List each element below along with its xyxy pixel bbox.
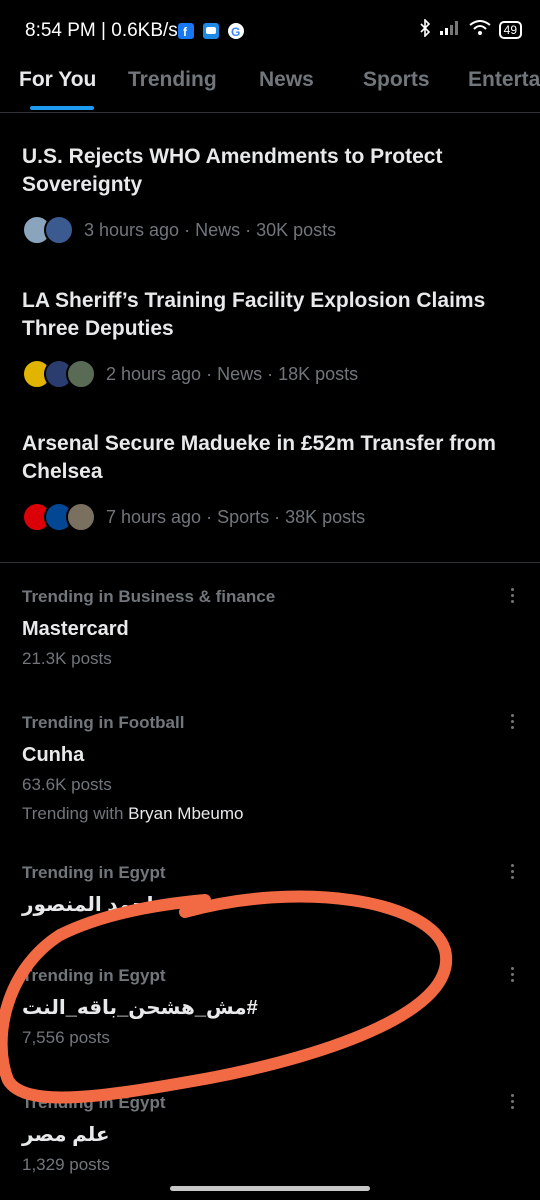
google-icon: G: [228, 23, 244, 39]
signal-icon: [439, 20, 461, 41]
svg-text:f: f: [183, 25, 188, 39]
facebook-icon: f: [178, 23, 194, 39]
avatar: [44, 215, 74, 245]
news-title: Arsenal Secure Madueke in £52m Transfer …: [22, 432, 496, 483]
news-item[interactable]: LA Sheriff’s Training Facility Explosion…: [22, 287, 512, 389]
bluetooth-icon: [419, 17, 431, 42]
trend-context: Trending in Football: [22, 713, 185, 732]
tab-trending[interactable]: Trending: [128, 68, 217, 92]
status-bar: 8:54 PM | 0.6KB/s f G 49: [0, 0, 540, 62]
trend-post-count: 21.3K posts: [22, 649, 112, 668]
trend-context: Trending in Egypt: [22, 1093, 166, 1112]
news-item[interactable]: U.S. Rejects WHO Amendments to Protect S…: [22, 143, 512, 245]
avatar: [66, 359, 96, 389]
tab-for-you[interactable]: For You: [19, 68, 96, 92]
battery-icon: 49: [498, 21, 522, 39]
more-options-icon[interactable]: [502, 711, 522, 735]
tab-news[interactable]: News: [259, 68, 314, 92]
trend-post-count: 7,556 posts: [22, 1028, 110, 1047]
tab-bar: For You Trending News Sports Enterta: [0, 62, 540, 113]
svg-text:G: G: [231, 25, 240, 39]
more-options-icon[interactable]: [502, 585, 522, 609]
messenger-icon: [203, 23, 219, 39]
trend-item[interactable]: Trending in Business & finance Mastercar…: [22, 585, 532, 672]
trending-with: Trending with Bryan Mbeumo: [22, 801, 532, 827]
trend-name: Mastercard: [22, 618, 129, 640]
tab-indicator: [30, 106, 94, 110]
trend-item[interactable]: Trending in Egypt علم مصر 1,329 posts: [22, 1091, 532, 1178]
more-options-icon[interactable]: [502, 861, 522, 885]
news-item[interactable]: Arsenal Secure Madueke in £52m Transfer …: [22, 430, 512, 532]
trend-item[interactable]: Trending in Football Cunha 63.6K posts T…: [22, 711, 532, 827]
news-meta: 2 hours ago · News · 18K posts: [106, 363, 359, 384]
news-meta: 3 hours ago · News · 30K posts: [84, 219, 337, 240]
trend-item[interactable]: Trending in Egypt #مش_هشحن_باقه_النت 7,5…: [22, 964, 532, 1051]
trend-post-count: 1,329 posts: [22, 1155, 110, 1174]
trend-name: #مش_هشحن_باقه_النت: [22, 997, 258, 1019]
more-options-icon[interactable]: [502, 964, 522, 988]
trend-post-count: 63.6K posts: [22, 775, 112, 794]
trend-context: Trending in Egypt: [22, 863, 166, 882]
news-title: LA Sheriff’s Training Facility Explosion…: [22, 289, 486, 340]
wifi-icon: [469, 19, 491, 41]
trending-with-name[interactable]: Bryan Mbeumo: [128, 804, 243, 823]
avatar-group: [22, 502, 96, 532]
avatar: [66, 502, 96, 532]
more-options-icon[interactable]: [502, 1091, 522, 1115]
trend-name: علم مصر: [22, 1124, 110, 1146]
avatar-group: [22, 215, 74, 245]
news-meta: 7 hours ago · Sports · 38K posts: [106, 506, 366, 527]
avatar-group: [22, 359, 96, 389]
tab-entertainment[interactable]: Enterta: [468, 68, 540, 92]
news-title: U.S. Rejects WHO Amendments to Protect S…: [22, 145, 443, 196]
section-divider: [0, 562, 540, 563]
trend-name: احمد المنصور: [22, 894, 154, 916]
trending-with-label: Trending with: [22, 804, 124, 823]
trend-item[interactable]: Trending in Egypt احمد المنصور: [22, 861, 532, 920]
home-indicator[interactable]: [170, 1186, 370, 1191]
tab-sports[interactable]: Sports: [363, 68, 430, 92]
status-time: 8:54 PM | 0.6KB/s: [25, 20, 178, 41]
trend-name: Cunha: [22, 744, 85, 766]
trend-context: Trending in Business & finance: [22, 587, 276, 606]
trend-context: Trending in Egypt: [22, 966, 166, 985]
